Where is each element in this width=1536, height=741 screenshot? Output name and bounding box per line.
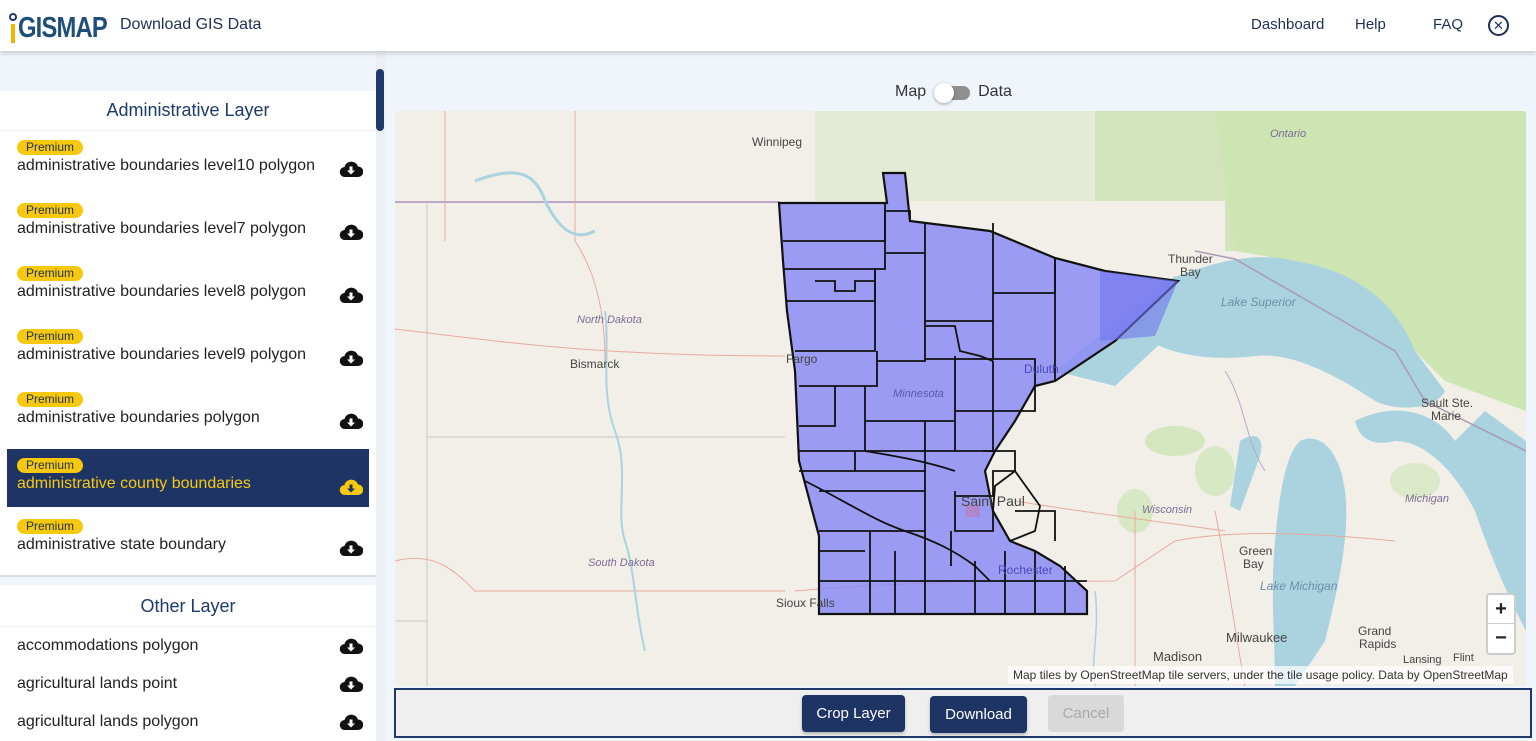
layer-label: agricultural lands polygon <box>17 713 199 730</box>
lake-michigan <box>1272 438 1347 686</box>
label-milwaukee: Milwaukee <box>1226 630 1288 645</box>
layer-label: accommodations polygon <box>17 637 199 654</box>
premium-badge: Premium <box>17 392 84 407</box>
layer-item[interactable]: Premium administrative boundaries level1… <box>7 131 369 189</box>
crop-layer-button[interactable]: Crop Layer <box>802 695 905 732</box>
cloud-download-icon[interactable] <box>339 412 363 430</box>
label-thunder-bay-2: Bay <box>1180 265 1201 279</box>
cancel-button[interactable]: Cancel <box>1048 695 1124 732</box>
toggle-label-map: Map <box>895 83 927 100</box>
label-ontario: Ontario <box>1270 128 1307 140</box>
layer-label: administrative boundaries polygon <box>17 409 260 426</box>
map-attribution: Map tiles by OpenStreetMap tile servers,… <box>1008 666 1513 684</box>
label-thunder-bay: Thunder <box>1168 252 1213 266</box>
map-view[interactable]: Winnipeg Ontario Thunder Bay Lake Superi… <box>395 111 1526 686</box>
label-sault-ste-marie: Sault Ste. <box>1421 396 1474 410</box>
admin-layer-heading: Administrative Layer <box>0 91 376 131</box>
label-saint-paul: Saint Paul <box>961 493 1025 509</box>
label-north-dakota: North Dakota <box>577 314 642 326</box>
map-zoom-control: + − <box>1486 593 1516 655</box>
layer-label: administrative boundaries level10 polygo… <box>17 157 315 174</box>
view-switch[interactable] <box>934 83 971 103</box>
close-icon[interactable]: ✕ <box>1488 15 1509 36</box>
logo-text: GISMAP <box>18 12 108 44</box>
nav-faq[interactable]: FAQ <box>1433 16 1463 33</box>
nav-help[interactable]: Help <box>1355 16 1386 33</box>
cloud-download-icon[interactable] <box>339 286 363 304</box>
label-michigan: Michigan <box>1405 493 1450 505</box>
cloud-download-icon[interactable] <box>339 349 363 367</box>
premium-badge: Premium <box>17 203 84 218</box>
label-lake-michigan: Lake Michigan <box>1260 579 1338 593</box>
layer-sidebar: Administrative Layer Premium administrat… <box>0 51 376 741</box>
label-sioux-falls: Sioux Falls <box>776 596 835 610</box>
sidebar-scrollbar-track[interactable] <box>376 51 386 741</box>
layer-item[interactable]: Premium administrative boundaries level7… <box>7 194 369 252</box>
toggle-label-data: Data <box>978 83 1012 100</box>
label-winnipeg: Winnipeg <box>752 135 803 149</box>
label-minnesota: Minnesota <box>893 388 944 400</box>
layer-item[interactable]: accommodations polygon <box>7 627 369 665</box>
label-sault-ste-marie-2: Marie <box>1431 409 1462 423</box>
zoom-in-button[interactable]: + <box>1488 595 1514 624</box>
premium-badge: Premium <box>17 458 84 473</box>
label-wisconsin: Wisconsin <box>1142 504 1193 516</box>
layer-item[interactable]: Premium administrative boundaries level9… <box>7 320 369 378</box>
forest-area <box>815 111 1095 201</box>
label-lake-superior: Lake Superior <box>1221 295 1296 309</box>
action-bar: Crop Layer Download Cancel <box>394 688 1532 738</box>
map-data-toggle: Map Data <box>895 82 1012 103</box>
premium-badge: Premium <box>17 140 84 155</box>
nav-dashboard[interactable]: Dashboard <box>1251 16 1324 33</box>
cloud-download-icon[interactable] <box>339 637 363 655</box>
basemap <box>395 111 1526 686</box>
label-bismarck: Bismarck <box>570 357 620 371</box>
zoom-out-button[interactable]: − <box>1488 624 1514 653</box>
sidebar-scrollbar-thumb[interactable] <box>376 69 384 131</box>
label-lansing: Lansing <box>1403 654 1442 666</box>
igismap-logo[interactable]: GISMAP <box>9 7 126 43</box>
top-bar: GISMAP Download GIS Data Dashboard Help … <box>0 0 1536 51</box>
label-flint: Flint <box>1453 652 1474 664</box>
label-grand-rapids: Grand <box>1358 624 1392 638</box>
layer-item[interactable]: Premium administrative boundaries level8… <box>7 257 369 315</box>
download-button[interactable]: Download <box>930 696 1027 733</box>
label-madison: Madison <box>1153 649 1203 664</box>
other-layer-heading: Other Layer <box>0 585 376 627</box>
cloud-download-icon[interactable] <box>339 160 363 178</box>
cloud-download-icon[interactable] <box>339 223 363 241</box>
premium-badge: Premium <box>17 329 84 344</box>
label-green-bay: Green <box>1239 544 1273 558</box>
label-duluth: Duluth <box>1024 362 1059 376</box>
layer-label: administrative state boundary <box>17 536 226 553</box>
label-fargo: Fargo <box>786 352 818 366</box>
layer-label: administrative boundaries level8 polygon <box>17 283 307 300</box>
premium-badge: Premium <box>17 519 84 534</box>
layer-label: administrative boundaries level7 polygon <box>17 220 307 237</box>
premium-badge: Premium <box>17 266 84 281</box>
layer-item[interactable]: agricultural lands point <box>7 665 369 703</box>
layer-item-selected[interactable]: Premium administrative county boundaries <box>7 449 369 507</box>
cloud-download-icon[interactable] <box>339 713 363 731</box>
cloud-download-icon[interactable] <box>339 478 363 496</box>
cloud-download-icon[interactable] <box>339 675 363 693</box>
layer-item[interactable]: Premium administrative state boundary <box>7 510 369 568</box>
minnesota-state-fill <box>777 171 1181 616</box>
layer-label: administrative county boundaries <box>17 475 251 492</box>
layer-item[interactable]: Premium administrative boundaries polygo… <box>7 383 369 441</box>
layer-item[interactable]: agricultural lands polygon <box>7 703 369 741</box>
other-layer-list: accommodations polygon agricultural land… <box>0 627 376 741</box>
layer-label: administrative boundaries level9 polygon <box>17 346 307 363</box>
cloud-download-icon[interactable] <box>339 539 363 557</box>
app-title: Download GIS Data <box>120 16 262 33</box>
label-green-bay-2: Bay <box>1243 557 1264 571</box>
minnesota-county-layer <box>777 171 1181 616</box>
admin-layer-list: Premium administrative boundaries level1… <box>0 131 376 577</box>
label-grand-rapids-2: Rapids <box>1359 637 1397 651</box>
logo-pin-icon <box>9 13 17 43</box>
layer-label: agricultural lands point <box>17 675 178 692</box>
label-rochester: Rochester <box>998 563 1053 577</box>
label-south-dakota: South Dakota <box>588 557 655 569</box>
